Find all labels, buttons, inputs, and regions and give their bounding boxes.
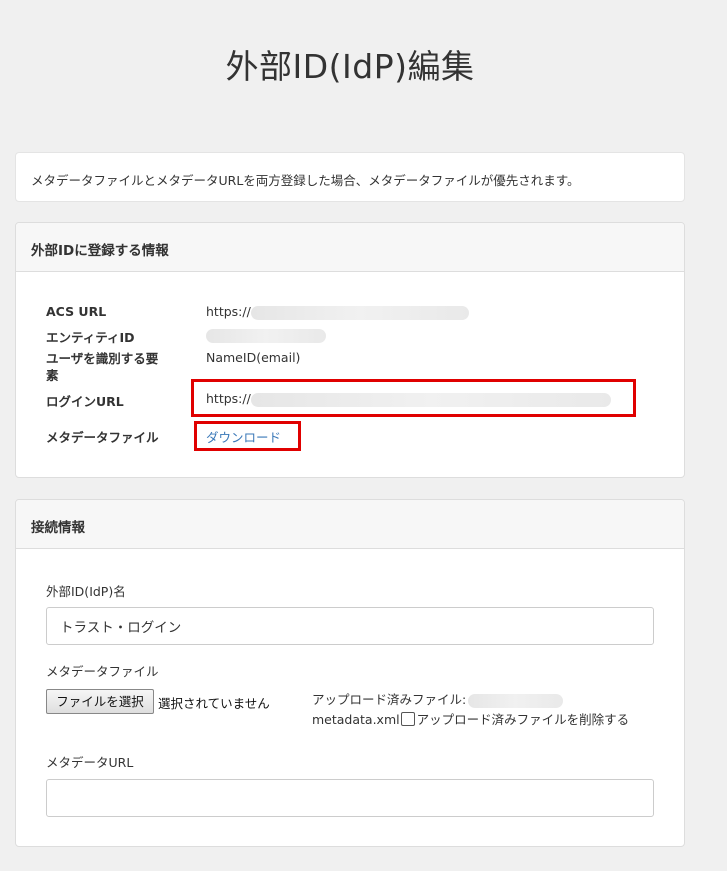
delete-uploaded-checkbox[interactable]	[400, 712, 415, 726]
redacted-entity-id	[206, 328, 326, 343]
metadata-priority-notice: メタデータファイルとメタデータURLを両方登録した場合、メタデータファイルが優先…	[15, 152, 685, 202]
info-panel-heading: 外部IDに登録する情報	[16, 223, 684, 272]
uploaded-file-label: アップロード済みファイル:	[312, 692, 467, 707]
metadata-url-input[interactable]	[46, 779, 654, 817]
metadata-file-upload-label: メタデータファイル	[46, 664, 159, 679]
download-link-highlight	[194, 421, 301, 451]
entity-id-value	[206, 327, 326, 343]
uploaded-file-row: metadata.xml アップロード済みファイルを削除する	[312, 709, 629, 728]
no-file-selected-text: 選択されていません	[158, 696, 270, 711]
connection-info-panel: 接続情報 外部ID(IdP)名 メタデータファイル ファイルを選択 選択されてい…	[15, 499, 685, 847]
acs-url-prefix: https://	[206, 304, 251, 319]
page-title: 外部ID(IdP)編集	[225, 47, 475, 86]
choose-file-button[interactable]: ファイルを選択	[46, 689, 154, 714]
login-url-highlight	[191, 379, 636, 417]
idp-registration-info-panel: 外部IDに登録する情報 ACS URL https:// エンティティID ユー…	[15, 222, 685, 478]
user-identifier-label: ユーザを識別する要 素	[46, 351, 159, 383]
metadata-file-label: メタデータファイル	[46, 430, 159, 445]
uploaded-file-info: アップロード済みファイル:	[312, 689, 564, 708]
entity-id-label: エンティティID	[46, 330, 135, 345]
conn-panel-heading: 接続情報	[16, 500, 684, 549]
redacted-acs-url	[250, 305, 469, 320]
idp-name-input[interactable]	[46, 607, 654, 645]
acs-url-value: https://	[206, 304, 469, 320]
redacted-upload-info	[468, 693, 564, 708]
user-identifier-value: NameID(email)	[206, 350, 301, 365]
login-url-label: ログインURL	[46, 394, 124, 409]
delete-uploaded-label[interactable]: アップロード済みファイルを削除する	[417, 712, 630, 727]
idp-name-label: 外部ID(IdP)名	[46, 584, 126, 599]
metadata-url-label: メタデータURL	[46, 755, 134, 770]
acs-url-label: ACS URL	[46, 304, 107, 319]
uploaded-file-name: metadata.xml	[312, 712, 400, 727]
